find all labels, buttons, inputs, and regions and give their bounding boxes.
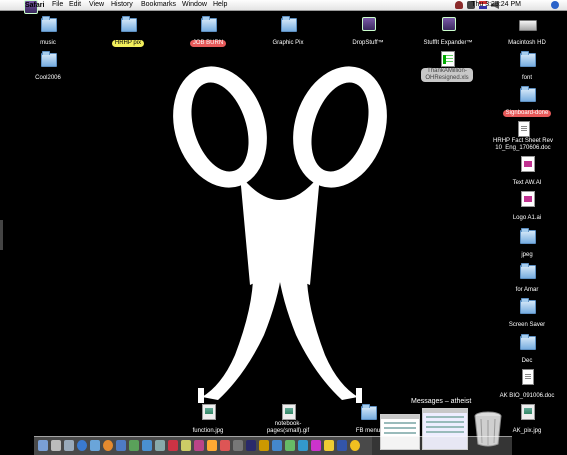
safari-icon[interactable]: [77, 440, 87, 451]
app-icon[interactable]: [233, 440, 243, 451]
desktop-app-stuffit-expander[interactable]: StuffIt Expander™: [410, 16, 486, 49]
firefox-icon[interactable]: [103, 440, 113, 451]
dock: [34, 436, 372, 455]
menu-view[interactable]: View: [89, 0, 104, 10]
desktop-folder-cool2006[interactable]: Cool2006: [10, 51, 86, 84]
illustrator-file-icon: [519, 156, 535, 172]
desktop-folder-job-burn[interactable]: JOB BURN: [170, 16, 246, 49]
user-icon[interactable]: [455, 1, 463, 9]
image-file-icon: [519, 404, 535, 420]
menu-file[interactable]: File: [52, 0, 63, 10]
app-icon[interactable]: [155, 440, 165, 451]
app-icon[interactable]: [272, 440, 282, 451]
desktop-folder-music[interactable]: music: [10, 16, 86, 49]
app-icon[interactable]: [220, 440, 230, 451]
menu-edit[interactable]: Edit: [69, 0, 81, 10]
menu-bar: Safari File Edit View History Bookmarks …: [0, 0, 567, 14]
app-icon[interactable]: [259, 440, 269, 451]
app-icon[interactable]: [311, 440, 321, 451]
desktop-folder-graphic-pix[interactable]: Graphic Pix: [250, 16, 326, 49]
app-icon[interactable]: [194, 440, 204, 451]
messages-window-title[interactable]: Messages – atheist: [411, 398, 471, 405]
menu-bookmarks[interactable]: Bookmarks: [141, 0, 176, 10]
folder-icon: [519, 51, 536, 67]
desktop-drive-macintosh-hd[interactable]: Macintosh HD: [489, 16, 565, 49]
folder-icon: [120, 16, 137, 32]
desktop-app-dropstuff[interactable]: DropStuff™: [330, 16, 406, 49]
itunes-icon[interactable]: [116, 440, 126, 451]
folder-icon: [40, 51, 57, 67]
folder-icon: [200, 16, 217, 32]
app-icon[interactable]: [350, 440, 360, 451]
app-icon[interactable]: [142, 440, 152, 451]
image-file-icon: [200, 404, 216, 420]
desktop-folder-hrhp-pix[interactable]: HRHP pix: [90, 16, 166, 49]
dropstuff-icon: [360, 16, 376, 31]
stuffit-expander-icon: [440, 16, 456, 31]
app-icon[interactable]: [181, 440, 191, 451]
menu-help[interactable]: Help: [213, 0, 227, 10]
app-icon[interactable]: [298, 440, 308, 451]
spreadsheet-icon: [439, 51, 455, 67]
menu-window[interactable]: Window: [182, 0, 207, 10]
scissors-wallpaper: [173, 66, 387, 403]
desktop-file-logo-a1-ai[interactable]: Logo A1.ai: [489, 191, 565, 224]
desktop-folder-font[interactable]: font: [489, 51, 565, 84]
spotlight-icon[interactable]: [551, 1, 559, 9]
mail-icon[interactable]: [64, 440, 74, 451]
app-icon[interactable]: [129, 440, 139, 451]
image-file-icon: [280, 404, 296, 420]
app-icon[interactable]: [207, 440, 217, 451]
desktop-folder-signboard-done[interactable]: Signboard-done: [489, 86, 565, 119]
ichat-icon[interactable]: [90, 440, 100, 451]
finder-icon[interactable]: [38, 440, 48, 451]
desktop-file-text-aw-ai[interactable]: Text AW.AI: [489, 156, 565, 189]
menu-app-safari[interactable]: Safari: [24, 0, 44, 14]
menu-clock[interactable]: Thu 3:25:24 PM: [471, 0, 521, 10]
desktop-file-ak-bio-doc[interactable]: AK BIO_091006.doc: [489, 369, 565, 402]
desktop-folder-jpeg[interactable]: jpeg: [489, 228, 565, 261]
word-document-icon: [519, 369, 535, 385]
desktop-folder-for-amar[interactable]: for Amar: [489, 263, 565, 296]
app-icon[interactable]: [285, 440, 295, 451]
folder-icon: [280, 16, 297, 32]
illustrator-file-icon: [519, 191, 535, 207]
left-edge-handle: [0, 220, 3, 250]
desktop-file-hrhp-fact-sheet[interactable]: HRHP Fact Sheet Rev 10_Eng_170606.doc: [485, 121, 561, 154]
app-icon[interactable]: [246, 440, 256, 451]
folder-icon: [360, 404, 377, 420]
menu-history[interactable]: History: [111, 0, 133, 10]
desktop-file-thankamillion-xls[interactable]: ThankAMillion-OHResigned.xls: [409, 51, 485, 84]
dashboard-icon[interactable]: [51, 440, 61, 451]
app-icon[interactable]: [337, 440, 347, 451]
dock-minimized-area: [372, 436, 512, 455]
desktop-folder-dec[interactable]: Dec: [489, 334, 565, 367]
desktop-file-function-jpg[interactable]: function.jpg: [170, 404, 246, 437]
hard-drive-icon: [519, 16, 537, 31]
folder-icon: [519, 86, 536, 102]
desktop-folder-screen-saver[interactable]: Screen Saver: [489, 298, 565, 331]
folder-icon: [519, 334, 536, 350]
folder-icon: [519, 228, 536, 244]
folder-icon: [519, 298, 536, 314]
word-document-icon: [515, 121, 531, 137]
app-icon[interactable]: [168, 440, 178, 451]
desktop-file-notebook-pages-gif[interactable]: notebook-pages(small).gif: [250, 404, 326, 437]
folder-icon: [519, 263, 536, 279]
app-icon[interactable]: [324, 440, 334, 451]
folder-icon: [40, 16, 57, 32]
